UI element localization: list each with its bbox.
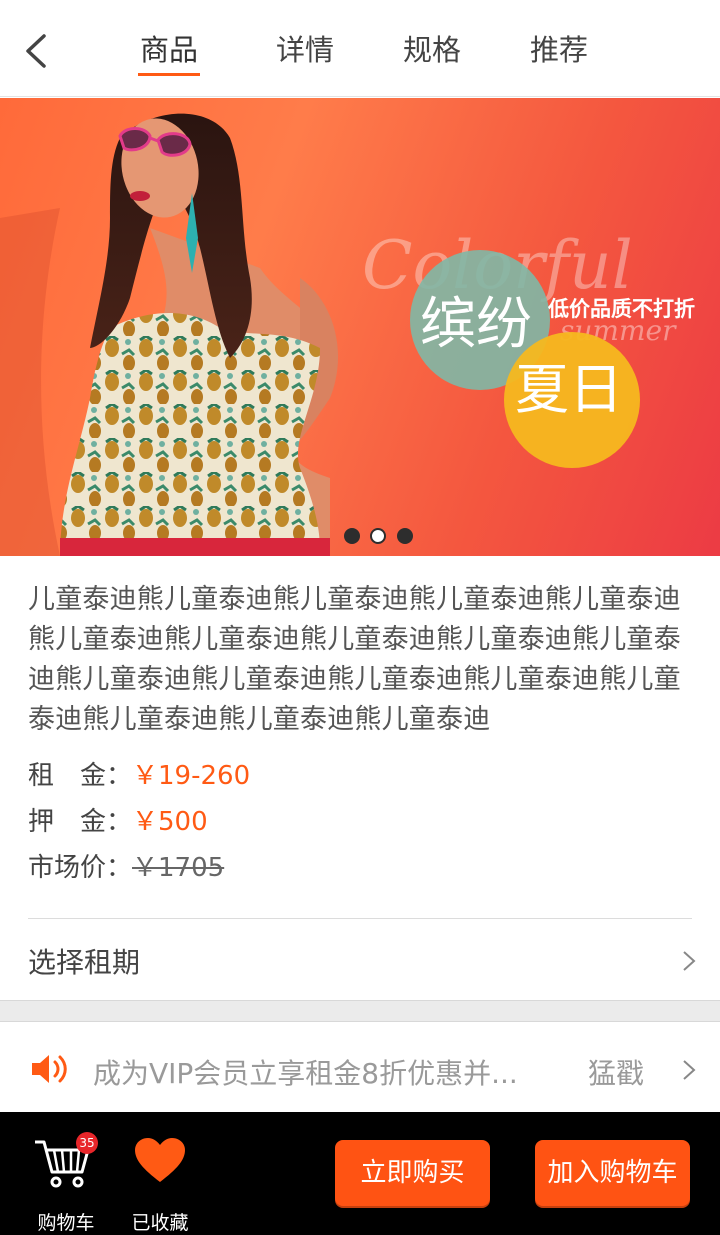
rent-label: 租 金：: [28, 761, 133, 791]
favorite-label: 已收藏: [131, 1212, 189, 1234]
rental-period-label: 选择租期: [28, 946, 141, 979]
carousel-dot[interactable]: [397, 528, 413, 544]
carousel-dot[interactable]: [344, 528, 360, 544]
tab-label: 详情: [275, 33, 334, 67]
tab-label: 规格: [402, 33, 461, 67]
add-to-cart-button[interactable]: 加入购物车: [535, 1140, 690, 1206]
cart-label: 购物车: [37, 1212, 95, 1234]
top-navigation-bar: 商品 详情 规格 推荐: [0, 0, 720, 97]
chevron-right-icon: [683, 951, 696, 971]
notice-text: 成为VIP会员立享租金8折优惠并...: [93, 1057, 518, 1090]
carousel-dot-active[interactable]: [370, 528, 386, 544]
rent-value: ￥19-260: [132, 761, 251, 791]
chevron-right-icon: [683, 1060, 696, 1080]
rent-price-row: 租 金：￥19-260: [28, 758, 250, 794]
market-label: 市场价：: [28, 853, 133, 883]
back-button[interactable]: [18, 28, 58, 74]
market-value: ￥1705: [132, 853, 225, 883]
product-title: 儿童泰迪熊儿童泰迪熊儿童泰迪熊儿童泰迪熊儿童泰迪熊儿童泰迪熊儿童泰迪熊儿童泰迪熊…: [28, 584, 681, 735]
banner-image: Colorful summer 缤纷 夏日 低价品质不打折: [0, 113, 695, 556]
deposit-label: 押 金：: [28, 807, 133, 837]
tab-label: 商品: [139, 33, 198, 67]
product-image-carousel[interactable]: Colorful summer 缤纷 夏日 低价品质不打折: [0, 98, 720, 556]
deposit-price-row: 押 金：￥500: [28, 804, 208, 840]
active-tab-indicator: [138, 73, 200, 76]
cart-count-badge: 35: [76, 1132, 98, 1154]
tab-details[interactable]: 详情: [274, 30, 336, 76]
market-price-row: 市场价：￥1705: [28, 850, 224, 886]
select-rental-period[interactable]: 选择租期: [0, 919, 720, 1001]
deposit-value: ￥500: [132, 807, 208, 837]
bottom-action-bar: 35 购物车 已收藏 立即购买 加入购物车: [0, 1112, 720, 1235]
chevron-left-icon: [26, 34, 46, 68]
tab-product[interactable]: 商品: [138, 30, 200, 76]
tab-recommend[interactable]: 推荐: [528, 30, 590, 76]
tab-specs[interactable]: 规格: [401, 30, 463, 76]
buy-now-button[interactable]: 立即购买: [335, 1140, 490, 1206]
svg-text:夏日: 夏日: [515, 358, 623, 421]
vip-notice-bar[interactable]: 成为VIP会员立享租金8折优惠并... 猛戳: [0, 1023, 720, 1113]
notice-more-link[interactable]: 猛戳: [588, 1052, 644, 1092]
tab-label: 推荐: [529, 33, 588, 67]
favorite-button[interactable]: 已收藏: [124, 1132, 196, 1234]
heart-icon: [135, 1138, 185, 1182]
svg-text:缤纷: 缤纷: [420, 292, 532, 357]
cart-button[interactable]: 35 购物车: [30, 1132, 102, 1234]
svg-text:低价品质不打折: 低价品质不打折: [547, 297, 695, 321]
section-separator: [0, 1000, 720, 1022]
speaker-icon: [32, 1055, 67, 1083]
